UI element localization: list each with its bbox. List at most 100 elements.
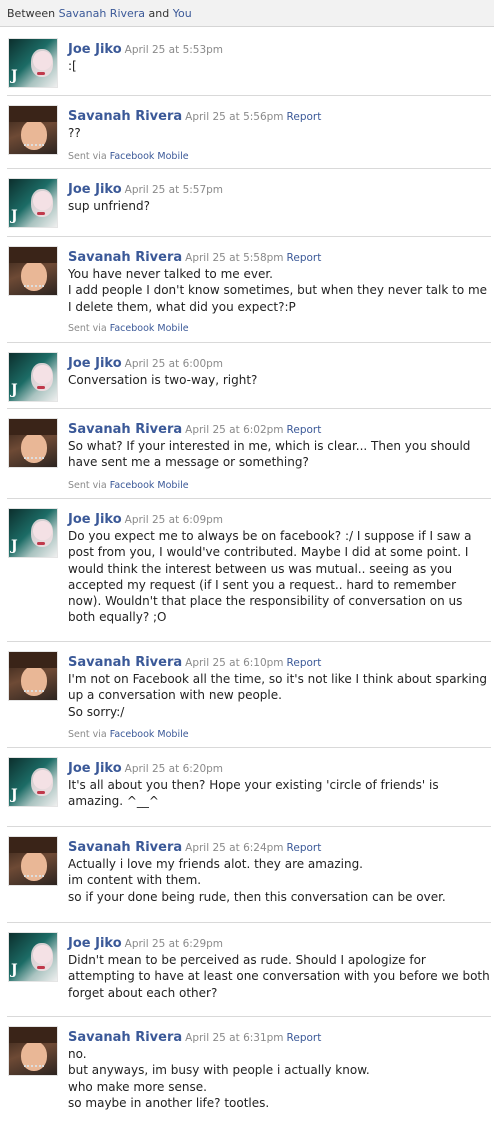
message-line: no. [68, 1047, 87, 1061]
avatar-savanah-rivera[interactable] [8, 836, 58, 886]
message-meta: Savanah Rivera April 25 at 6:24pm Report [68, 836, 321, 855]
message-line: :[ [68, 59, 77, 73]
avatar-savanah-rivera[interactable] [8, 105, 58, 155]
avatar-joe-jiko[interactable]: J [8, 508, 58, 558]
sender-name-link[interactable]: Joe Jiko [68, 761, 122, 776]
message-line: im content with them. [68, 873, 202, 888]
message-line: but anyways, im busy with people i actua… [68, 1063, 370, 1078]
message-meta: Savanah Rivera April 25 at 6:10pm Report [68, 651, 321, 670]
message-meta: Joe Jiko April 25 at 6:09pm [68, 508, 223, 527]
sent-via-note: Sent via Facebook Mobile [68, 480, 189, 491]
message-meta: Joe Jiko April 25 at 6:29pm [68, 932, 223, 951]
message-body: Actually i love my friends alot. they ar… [68, 856, 480, 905]
header-connector: and [148, 7, 170, 20]
message-separator [7, 498, 491, 499]
sent-via-note: Sent via Facebook Mobile [68, 323, 189, 334]
message-line: forget about each other? [68, 985, 218, 1000]
message-line: Do you expect me to always be on faceboo… [68, 529, 472, 543]
message-line: Actually i love my friends alot. they ar… [68, 857, 363, 871]
facebook-mobile-link[interactable]: Facebook Mobile [110, 151, 189, 162]
report-link[interactable]: Report [287, 111, 322, 123]
message-line: now). Wouldn't that place the responsibi… [68, 594, 463, 609]
message-separator [7, 747, 491, 748]
message-line: It's all about you then? Hope your exist… [68, 778, 439, 792]
avatar-savanah-rivera[interactable] [8, 651, 58, 701]
report-link[interactable]: Report [287, 1032, 322, 1044]
avatar-joe-jiko[interactable]: J [8, 757, 58, 807]
message-meta: Joe Jiko April 25 at 6:00pm [68, 352, 223, 371]
report-link[interactable]: Report [287, 424, 322, 436]
message-timestamp: April 25 at 6:29pm [124, 938, 224, 950]
sent-via-prefix: Sent via [68, 480, 110, 491]
sender-name-link[interactable]: Joe Jiko [68, 512, 122, 527]
avatar-savanah-rivera[interactable] [8, 1026, 58, 1076]
message-body: Didn't mean to be perceived as rude. Sho… [68, 952, 490, 1001]
message-body: So what? If your interested in me, which… [68, 438, 480, 471]
sent-via-prefix: Sent via [68, 729, 110, 740]
facebook-mobile-link[interactable]: Facebook Mobile [110, 729, 189, 740]
message-line: both equally? ;O [68, 610, 167, 625]
message-body: Do you expect me to always be on faceboo… [68, 528, 480, 626]
message-separator [7, 408, 491, 409]
message-body: no. but anyways, im busy with people i ac… [68, 1046, 480, 1111]
message-body: It's all about you then? Hope your exist… [68, 777, 480, 810]
facebook-mobile-link[interactable]: Facebook Mobile [110, 323, 189, 334]
message-line: So sorry:/ [68, 704, 125, 719]
facebook-mobile-link[interactable]: Facebook Mobile [110, 480, 189, 491]
message-meta: Savanah Rivera April 25 at 6:31pm Report [68, 1026, 321, 1045]
message-line: so if your done being rude, then this co… [68, 889, 446, 904]
sender-name-link[interactable]: Joe Jiko [68, 356, 122, 371]
sender-name-link[interactable]: Savanah Rivera [68, 109, 182, 124]
message-body: You have never talked to me ever. I add p… [68, 266, 488, 315]
message-meta: Savanah Rivera April 25 at 6:02pm Report [68, 418, 321, 437]
message-line: who make more sense. [68, 1079, 207, 1094]
avatar-joe-jiko[interactable]: J [8, 932, 58, 982]
message-separator [7, 922, 491, 923]
message-body: :[ [68, 58, 480, 74]
message-timestamp: April 25 at 5:57pm [124, 184, 224, 196]
message-timestamp: April 25 at 6:09pm [124, 514, 224, 526]
avatar-joe-jiko[interactable]: J [8, 352, 58, 402]
report-link[interactable]: Report [287, 252, 322, 264]
avatar-joe-jiko[interactable]: J [8, 178, 58, 228]
message-line: I'm not on Facebook all the time, so it'… [68, 672, 487, 686]
participant-link[interactable]: Savanah Rivera [59, 7, 145, 20]
avatar-savanah-rivera[interactable] [8, 246, 58, 296]
message-timestamp: April 25 at 6:00pm [124, 358, 224, 370]
message-timestamp: April 25 at 5:53pm [124, 44, 224, 56]
message-line: So what? If your interested in me, which… [68, 439, 471, 453]
sender-name-link[interactable]: Savanah Rivera [68, 422, 182, 437]
message-separator [7, 236, 491, 237]
report-link[interactable]: Report [287, 657, 322, 669]
sent-via-note: Sent via Facebook Mobile [68, 151, 189, 162]
message-line: up a conversation with new people. [68, 688, 282, 703]
avatar-savanah-rivera[interactable] [8, 418, 58, 468]
sent-via-prefix: Sent via [68, 323, 110, 334]
sender-name-link[interactable]: Savanah Rivera [68, 655, 182, 670]
sender-name-link[interactable]: Savanah Rivera [68, 840, 182, 855]
message-meta: Joe Jiko April 25 at 5:57pm [68, 178, 223, 197]
message-timestamp: April 25 at 5:56pm [185, 111, 284, 123]
message-timestamp: April 25 at 6:10pm [185, 657, 284, 669]
message-line: ?? [68, 126, 81, 140]
message-line: I delete them, what did you expect?:P [68, 299, 296, 314]
sender-name-link[interactable]: Savanah Rivera [68, 1030, 182, 1045]
avatar-joe-jiko[interactable]: J [8, 38, 58, 88]
message-line: I add people I don't know sometimes, but… [68, 283, 488, 298]
sender-name-link[interactable]: Joe Jiko [68, 42, 122, 57]
message-separator [7, 95, 491, 96]
message-meta: Savanah Rivera April 25 at 5:56pm Report [68, 105, 321, 124]
sent-via-note: Sent via Facebook Mobile [68, 729, 189, 740]
sender-name-link[interactable]: Savanah Rivera [68, 250, 182, 265]
message-meta: Joe Jiko April 25 at 5:53pm [68, 38, 223, 57]
message-line: post from you, I would've contributed. M… [68, 545, 469, 560]
message-separator [7, 168, 491, 169]
message-body: sup unfriend? [68, 198, 480, 214]
message-line: Conversation is two-way, right? [68, 373, 258, 387]
message-line: sup unfriend? [68, 199, 150, 213]
sender-name-link[interactable]: Joe Jiko [68, 936, 122, 951]
you-link[interactable]: You [173, 7, 192, 20]
report-link[interactable]: Report [287, 842, 322, 854]
sender-name-link[interactable]: Joe Jiko [68, 182, 122, 197]
header-prefix: Between [7, 7, 56, 20]
